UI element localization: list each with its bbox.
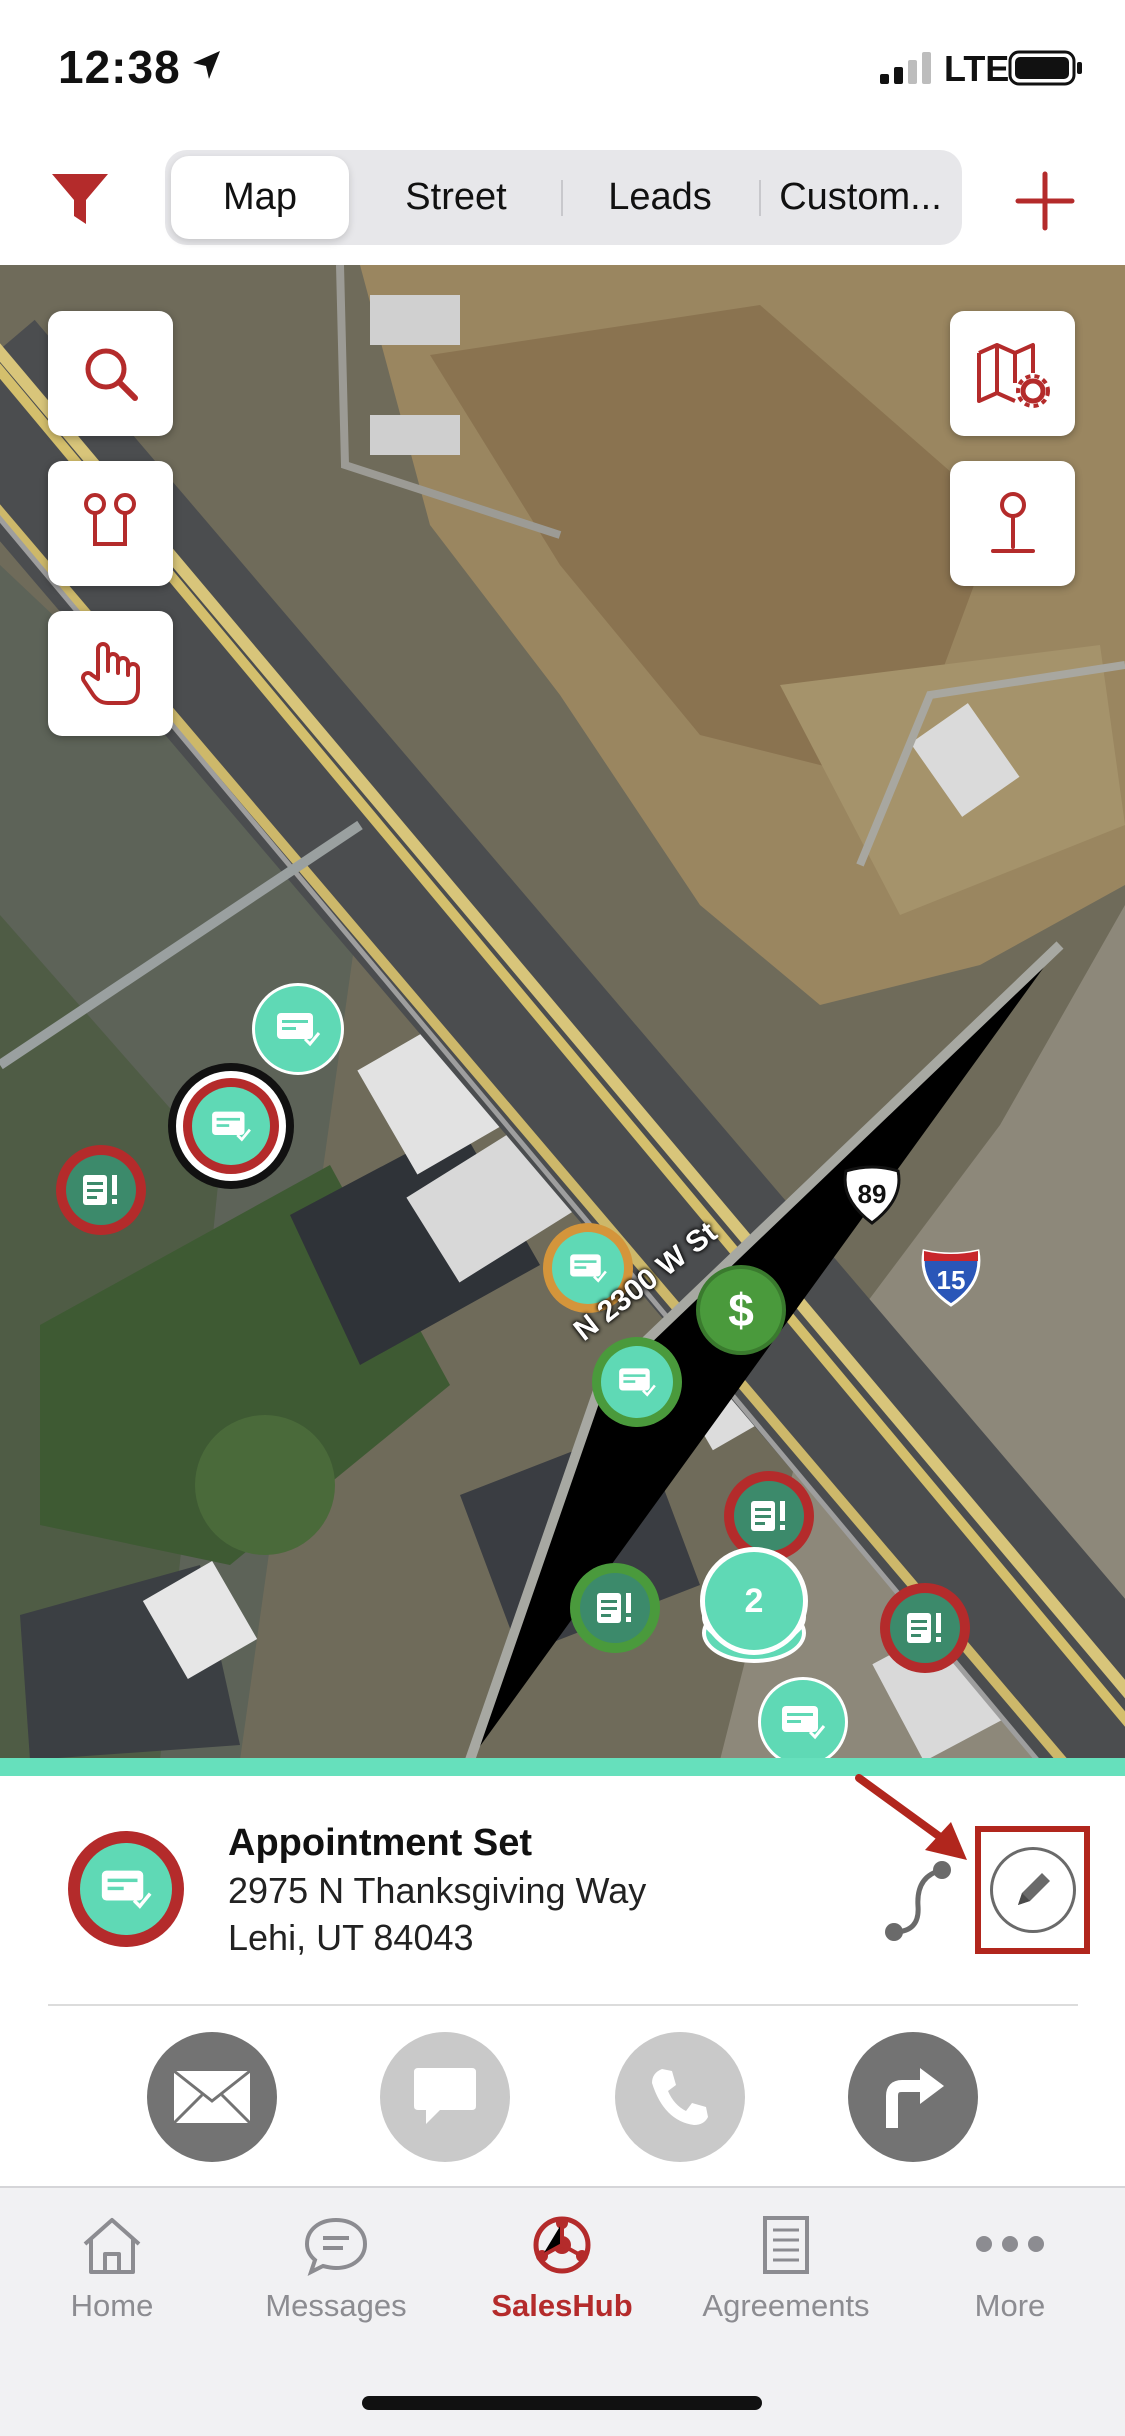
tab-home-label: Home: [70, 2288, 154, 2323]
map-pin-lead-green[interactable]: [570, 1563, 660, 1653]
tab-saleshub[interactable]: SalesHub: [462, 2214, 662, 2364]
tab-home[interactable]: Home: [12, 2214, 212, 2364]
address-line-2: Lehi, UT 84043: [228, 1917, 474, 1958]
saleshub-icon: [533, 2216, 591, 2274]
segment-divider: [561, 180, 563, 216]
appointment-card-icon: [212, 1111, 251, 1142]
map-pin-appointment-green[interactable]: [592, 1337, 682, 1427]
phone-icon: [652, 2069, 708, 2125]
map-pin-appointment[interactable]: [252, 983, 344, 1075]
tab-street[interactable]: Street: [361, 156, 551, 239]
map-pin-lead-alert[interactable]: [880, 1583, 970, 1673]
more-icon: [976, 2236, 1044, 2252]
route-pins-button[interactable]: [48, 461, 173, 586]
chat-bubble-icon: [414, 2068, 476, 2124]
map-pin-lead-alert[interactable]: [56, 1145, 146, 1235]
tab-agreements-label: Agreements: [702, 2288, 870, 2323]
map-pin-cluster[interactable]: 2: [700, 1547, 808, 1687]
tab-saleshub-label: SalesHub: [491, 2288, 633, 2323]
dollar-icon: $: [728, 1284, 754, 1336]
appointment-card-icon: [782, 1706, 826, 1740]
pin-detail-panel: Appointment Set 2975 N Thanksgiving Way …: [0, 1774, 1125, 2186]
pencil-icon: [1017, 1873, 1050, 1905]
panel-divider: [48, 2004, 1078, 2006]
battery-icon: [1008, 50, 1082, 86]
route-pins-icon: [83, 492, 136, 546]
pin-status-title: Appointment Set: [228, 1822, 532, 1864]
tab-messages-label: Messages: [265, 2288, 407, 2323]
drop-pin-icon: [990, 491, 1035, 553]
home-indicator[interactable]: [362, 2396, 762, 2410]
appointment-card-icon: [619, 1368, 656, 1397]
email-button[interactable]: [147, 2032, 277, 2162]
tab-messages[interactable]: Messages: [236, 2214, 436, 2364]
map-view[interactable]: $ 2 N 2300 W St 89 15: [0, 265, 1125, 1760]
add-icon[interactable]: [1010, 166, 1080, 236]
interstate-shield: 15: [920, 1247, 982, 1307]
home-icon: [83, 2218, 141, 2274]
agreements-icon: [763, 2216, 809, 2274]
appointment-card-icon: [277, 1013, 321, 1047]
edit-highlight-box: [975, 1826, 1090, 1954]
appointment-card-icon: [101, 1870, 152, 1909]
call-button[interactable]: [615, 2032, 745, 2162]
document-alert-icon: [751, 1501, 785, 1531]
text-message-button[interactable]: [380, 2032, 510, 2162]
network-type: LTE: [944, 48, 1010, 89]
top-bar: Map Street Leads Custom...: [0, 140, 1125, 265]
tab-agreements[interactable]: Agreements: [686, 2214, 886, 2364]
status-bar: 12:38 LTE: [0, 0, 1125, 140]
status-time: 12:38: [58, 41, 181, 93]
document-alert-icon: [597, 1593, 631, 1623]
directions-button[interactable]: [848, 2032, 978, 2162]
messages-icon: [304, 2217, 368, 2276]
annotation-arrow: [855, 1774, 967, 1860]
appointment-card-icon: [570, 1254, 607, 1283]
filter-icon[interactable]: [48, 168, 112, 232]
map-pin-selected[interactable]: [168, 1063, 294, 1189]
map-pin-sale[interactable]: $: [696, 1265, 786, 1355]
cluster-count: 2: [744, 1581, 764, 1620]
tab-map[interactable]: Map: [171, 156, 349, 239]
map-settings-button[interactable]: [950, 311, 1075, 436]
document-alert-icon: [907, 1613, 941, 1643]
interstate-number: 15: [936, 1265, 966, 1295]
map-settings-icon: [976, 342, 1050, 408]
hand-pointer-icon: [80, 641, 140, 705]
tab-more-label: More: [974, 2288, 1046, 2323]
signal-icon: [880, 52, 931, 84]
location-arrow-icon: [193, 51, 220, 79]
search-icon: [85, 348, 138, 401]
tab-more[interactable]: More: [910, 2214, 1110, 2364]
drop-pin-button[interactable]: [950, 461, 1075, 586]
document-alert-icon: [83, 1175, 117, 1205]
tab-leads[interactable]: Leads: [565, 156, 755, 239]
turn-right-arrow-icon: [886, 2068, 944, 2128]
appointment-status-icon: [68, 1831, 184, 1947]
us-route-shield: 89: [840, 1165, 904, 1225]
segment-divider: [759, 180, 761, 216]
view-segmented-control: Map Street Leads Custom...: [165, 150, 962, 245]
map-search-button[interactable]: [48, 311, 173, 436]
edit-button[interactable]: [989, 1847, 1076, 1933]
address-line-1: 2975 N Thanksgiving Way: [228, 1870, 647, 1911]
us-route-number: 89: [857, 1179, 887, 1209]
tab-custom[interactable]: Custom...: [763, 156, 958, 239]
map-pin-appointment[interactable]: [758, 1677, 848, 1760]
svg-text:$: $: [728, 1284, 754, 1336]
envelope-icon: [172, 2069, 252, 2125]
draw-area-button[interactable]: [48, 611, 173, 736]
